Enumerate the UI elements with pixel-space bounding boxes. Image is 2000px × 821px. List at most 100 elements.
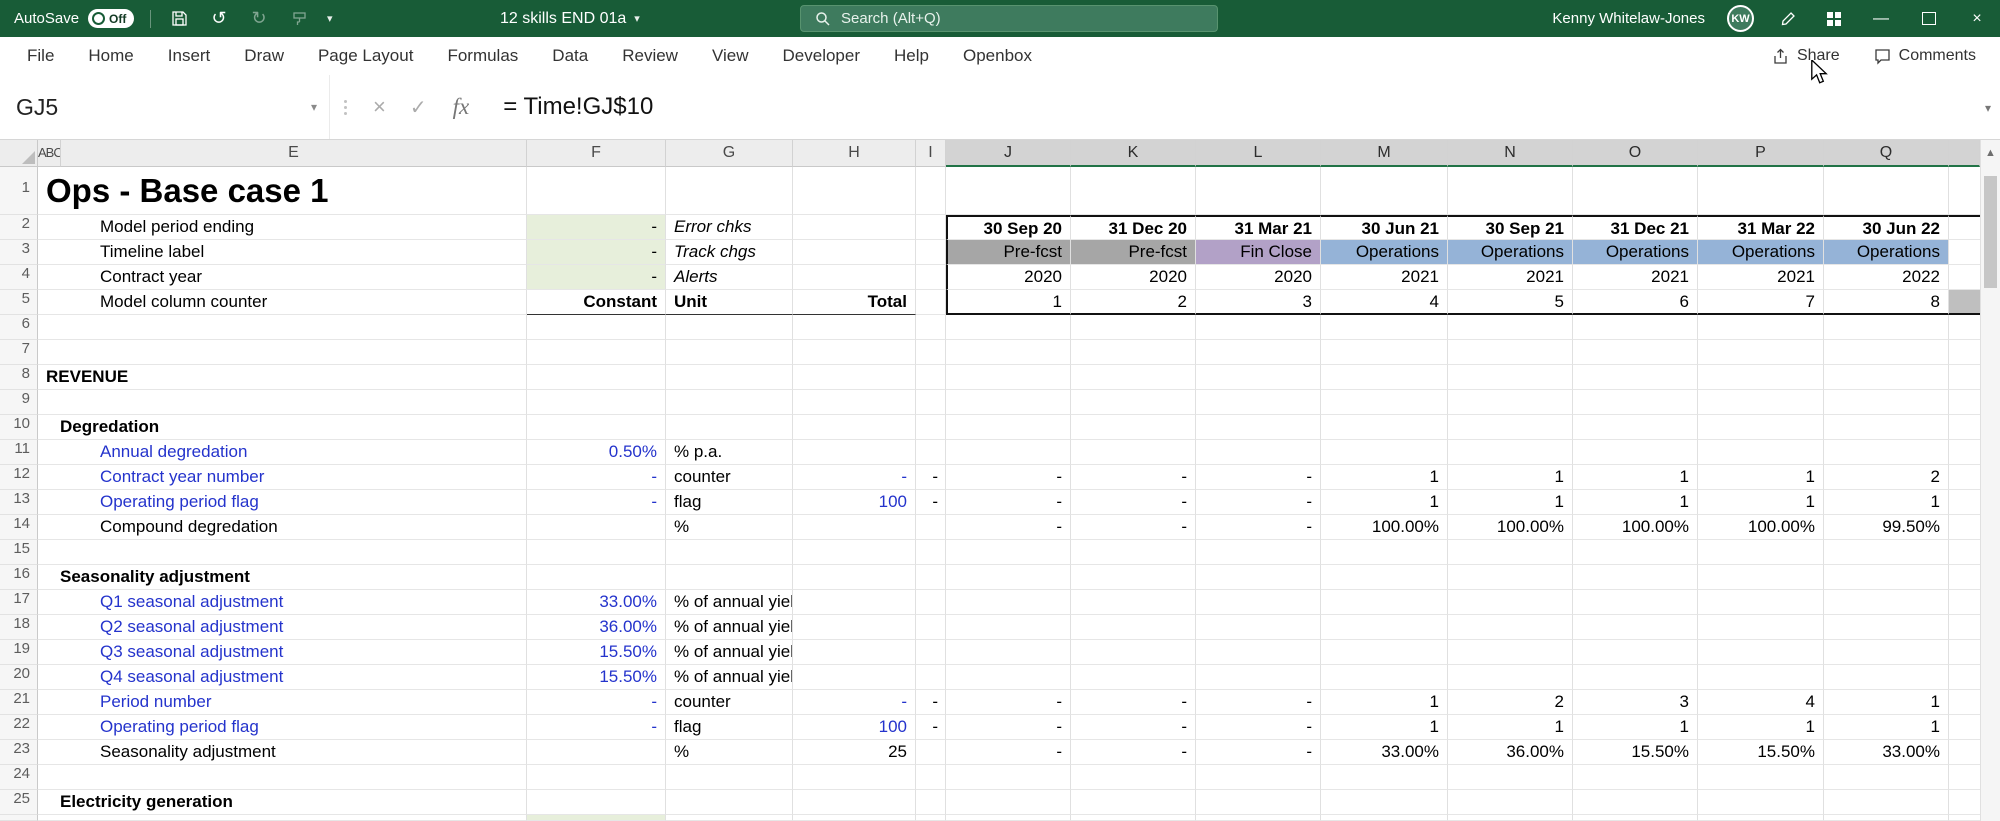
cell-F2[interactable]: -	[527, 215, 666, 240]
cell-R22[interactable]	[1949, 715, 1980, 740]
cell-F9[interactable]	[527, 390, 666, 415]
cell-O16[interactable]	[1573, 565, 1698, 590]
cell-N21[interactable]: 2	[1448, 690, 1573, 715]
cell-N19[interactable]	[1448, 640, 1573, 665]
cell-H23[interactable]: 25	[793, 740, 916, 765]
cell-K13[interactable]: -	[1071, 490, 1196, 515]
ribbon-tab-review[interactable]: Review	[605, 37, 695, 75]
cell-O22[interactable]: 1	[1573, 715, 1698, 740]
cell-J20[interactable]	[946, 665, 1071, 690]
cell-Q18[interactable]	[1824, 615, 1949, 640]
minimize-button[interactable]: —	[1868, 10, 1894, 28]
cell-G2[interactable]: Error chks	[666, 215, 793, 240]
cell-F17[interactable]: 33.00%	[527, 590, 666, 615]
column-header-F[interactable]: F	[527, 140, 666, 167]
row-header-8[interactable]: 8	[0, 365, 38, 390]
cell-M19[interactable]	[1321, 640, 1448, 665]
cell-O20[interactable]	[1573, 665, 1698, 690]
cell-F24[interactable]	[527, 765, 666, 790]
cell-K23[interactable]: -	[1071, 740, 1196, 765]
cell-O17[interactable]	[1573, 590, 1698, 615]
row-header-23[interactable]: 23	[0, 740, 38, 765]
column-header-L[interactable]: L	[1196, 140, 1321, 167]
cell-J13[interactable]: -	[946, 490, 1071, 515]
cell-O2[interactable]: 31 Dec 21	[1573, 215, 1698, 240]
cell-E19[interactable]: Q3 seasonal adjustment	[38, 640, 527, 665]
cell-Q25[interactable]	[1824, 790, 1949, 815]
cell-R13[interactable]	[1949, 490, 1980, 515]
cell-P6[interactable]	[1698, 315, 1824, 340]
cell-M20[interactable]	[1321, 665, 1448, 690]
cell-P17[interactable]	[1698, 590, 1824, 615]
format-painter-icon[interactable]	[287, 5, 311, 33]
cell-E21[interactable]: Period number	[38, 690, 527, 715]
row-header-18[interactable]: 18	[0, 615, 38, 640]
row-header-14[interactable]: 14	[0, 515, 38, 540]
cell-J9[interactable]	[946, 390, 1071, 415]
column-header-ABCD[interactable]: ABCD	[38, 140, 61, 167]
ribbon-tab-page-layout[interactable]: Page Layout	[301, 37, 430, 75]
cell-P24[interactable]	[1698, 765, 1824, 790]
cell-J[interactable]	[946, 815, 1071, 821]
cell-Q24[interactable]	[1824, 765, 1949, 790]
cell-M21[interactable]: 1	[1321, 690, 1448, 715]
cell-R14[interactable]	[1949, 515, 1980, 540]
cell-M6[interactable]	[1321, 315, 1448, 340]
cell-Q1[interactable]	[1824, 167, 1949, 215]
cell-G4[interactable]: Alerts	[666, 265, 793, 290]
cell-G5[interactable]: Unit	[666, 290, 793, 315]
cell-L17[interactable]	[1196, 590, 1321, 615]
cell-I22[interactable]: -	[916, 715, 946, 740]
cell-N11[interactable]	[1448, 440, 1573, 465]
cell-O10[interactable]	[1573, 415, 1698, 440]
ribbon-tab-home[interactable]: Home	[71, 37, 150, 75]
cell-G11[interactable]: % p.a.	[666, 440, 793, 465]
row-header-9[interactable]: 9	[0, 390, 38, 415]
cell-G9[interactable]	[666, 390, 793, 415]
cell-I8[interactable]	[916, 365, 946, 390]
cell-Q5[interactable]: 8	[1824, 290, 1949, 315]
column-header-N[interactable]: N	[1448, 140, 1573, 167]
cell-M[interactable]	[1321, 815, 1448, 821]
cell-E5[interactable]: Model column counter	[38, 290, 527, 315]
cell-M4[interactable]: 2021	[1321, 265, 1448, 290]
cell-R25[interactable]	[1949, 790, 1980, 815]
cell-J17[interactable]	[946, 590, 1071, 615]
cell-P9[interactable]	[1698, 390, 1824, 415]
cell-E9[interactable]	[38, 390, 527, 415]
cell-H[interactable]	[793, 815, 916, 821]
cell-M14[interactable]: 100.00%	[1321, 515, 1448, 540]
cell-H12[interactable]: -	[793, 465, 916, 490]
cell-N24[interactable]	[1448, 765, 1573, 790]
cell-H18[interactable]	[793, 615, 916, 640]
cell-L1[interactable]	[1196, 167, 1321, 215]
row-header-25[interactable]: 25	[0, 790, 38, 815]
cell-G21[interactable]: counter	[666, 690, 793, 715]
cell-N23[interactable]: 36.00%	[1448, 740, 1573, 765]
cell-N1[interactable]	[1448, 167, 1573, 215]
cell-F1[interactable]	[527, 167, 666, 215]
enter-icon[interactable]: ✓	[410, 95, 427, 120]
cell-O13[interactable]: 1	[1573, 490, 1698, 515]
cell-L18[interactable]	[1196, 615, 1321, 640]
column-header-G[interactable]: G	[666, 140, 793, 167]
cell-O6[interactable]	[1573, 315, 1698, 340]
cell-L[interactable]	[1196, 815, 1321, 821]
cell-O25[interactable]	[1573, 790, 1698, 815]
cell-G19[interactable]: % of annual yield	[666, 640, 793, 665]
cell-M15[interactable]	[1321, 540, 1448, 565]
column-header-E[interactable]: E	[61, 140, 527, 167]
column-header-P[interactable]: P	[1698, 140, 1824, 167]
cell-Q20[interactable]	[1824, 665, 1949, 690]
cell-N17[interactable]	[1448, 590, 1573, 615]
row-header-16[interactable]: 16	[0, 565, 38, 590]
cell-O21[interactable]: 3	[1573, 690, 1698, 715]
cell-Q11[interactable]	[1824, 440, 1949, 465]
cell-L24[interactable]	[1196, 765, 1321, 790]
column-header-M[interactable]: M	[1321, 140, 1448, 167]
cell-P12[interactable]: 1	[1698, 465, 1824, 490]
cell-Q[interactable]	[1824, 815, 1949, 821]
cell-I5[interactable]	[916, 290, 946, 315]
cell-J25[interactable]	[946, 790, 1071, 815]
cell-E8[interactable]: REVENUE	[38, 365, 527, 390]
